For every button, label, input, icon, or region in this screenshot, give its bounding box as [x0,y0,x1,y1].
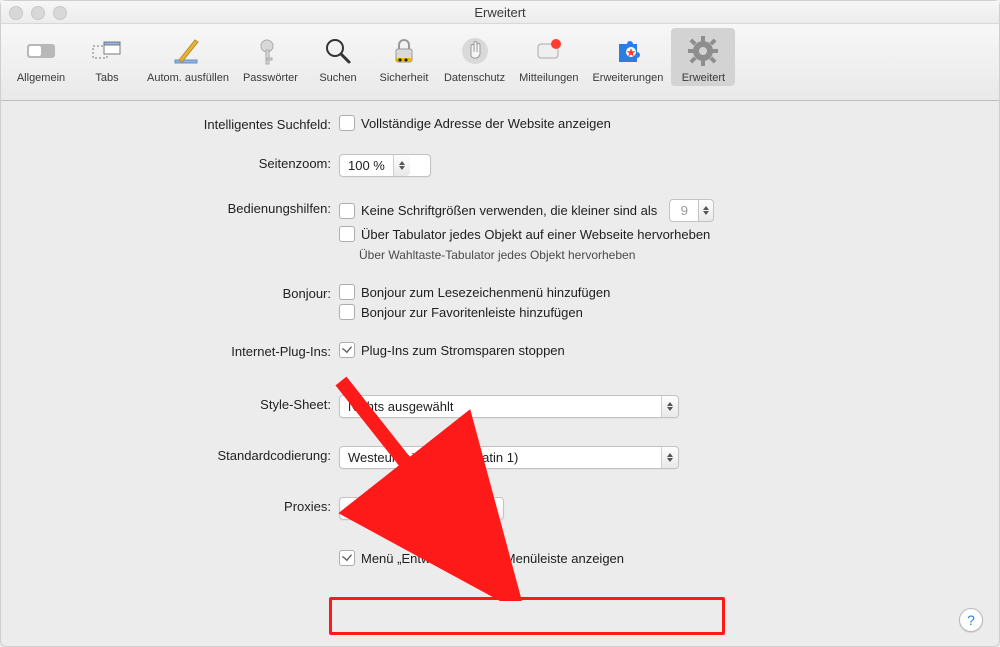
tab-label: Erweiterungen [592,72,663,84]
checkbox-label: Bonjour zur Favoritenleiste hinzufügen [361,305,583,320]
tabs-icon [90,32,124,70]
tab-label: Erweitert [682,72,725,84]
bonjour-favorites-checkbox[interactable]: Bonjour zur Favoritenleiste hinzufügen [339,304,583,320]
checkbox-label: Plug-Ins zum Stromsparen stoppen [361,343,565,358]
stepper-arrows-icon [661,396,678,417]
tab-label: Tabs [95,72,118,84]
advanced-pane: Intelligentes Suchfeld: Vollständige Adr… [1,101,999,576]
tab-label: Allgemein [17,72,65,84]
show-full-url-checkbox[interactable]: Vollständige Adresse der Website anzeige… [339,115,611,131]
checkbox-label: Keine Schriftgrößen verwenden, die klein… [361,203,657,218]
button-label: Einstellungen ändern … [352,501,491,516]
checkbox-label: Menü „Entwickler“ in der Menüleiste anze… [361,551,624,566]
pencil-icon [171,32,205,70]
checkbox-icon [339,115,355,131]
tab-general[interactable]: Allgemein [9,28,73,86]
show-develop-menu-checkbox[interactable]: Menü „Entwickler“ in der Menüleiste anze… [339,550,624,566]
checkbox-icon [339,550,355,566]
window-title: Erweitert [474,5,525,20]
titlebar: Erweitert [1,1,999,24]
tab-label: Suchen [319,72,356,84]
plugins-label: Internet-Plug-Ins: [21,342,331,359]
preferences-window: Erweitert Allgemein Tabs Autom. ausfülle… [0,0,1000,647]
tab-highlight-checkbox[interactable]: Über Tabulator jedes Objekt auf einer We… [339,226,710,242]
checkbox-icon [339,284,355,300]
window-controls [9,6,67,20]
stepper-arrows-icon [661,447,678,468]
min-font-size-stepper[interactable] [669,199,714,222]
tab-privacy[interactable]: Datenschutz [438,28,511,86]
page-zoom-value: 100 % [340,158,393,173]
tab-notifications[interactable]: Mitteilungen [513,28,584,86]
bonjour-label: Bonjour: [21,284,331,301]
hand-icon [458,32,492,70]
key-icon [253,32,287,70]
proxies-label: Proxies: [21,497,331,514]
page-zoom-popup[interactable]: 100 % [339,154,431,177]
tab-autofill[interactable]: Autom. ausfüllen [141,28,235,86]
page-zoom-label: Seitenzoom: [21,154,331,171]
gear-icon [686,32,720,70]
help-button[interactable]: ? [959,608,983,632]
tab-tabs[interactable]: Tabs [75,28,139,86]
switch-icon [24,32,58,70]
plugin-power-save-checkbox[interactable]: Plug-Ins zum Stromsparen stoppen [339,342,565,358]
notification-icon [532,32,566,70]
checkbox-label: Bonjour zum Lesezeichenmenü hinzufügen [361,285,610,300]
tab-passwords[interactable]: Passwörter [237,28,304,86]
puzzle-icon [611,32,645,70]
annotation-highlight [329,597,725,635]
tab-advanced[interactable]: Erweitert [671,28,735,86]
tab-label: Datenschutz [444,72,505,84]
min-font-size-field[interactable] [669,199,699,222]
tab-label: Sicherheit [380,72,429,84]
help-icon: ? [967,612,975,628]
stepper-arrows-icon [699,199,714,222]
tab-security[interactable]: Sicherheit [372,28,436,86]
magnifier-icon [321,32,355,70]
tab-search[interactable]: Suchen [306,28,370,86]
encoding-value: Westeuropäisch (ISO Latin 1) [340,450,661,465]
min-font-size-checkbox[interactable]: Keine Schriftgrößen verwenden, die klein… [339,203,657,219]
change-proxy-settings-button[interactable]: Einstellungen ändern … [339,497,504,520]
tab-extensions[interactable]: Erweiterungen [586,28,669,86]
checkbox-icon [339,342,355,358]
encoding-popup[interactable]: Westeuropäisch (ISO Latin 1) [339,446,679,469]
checkbox-icon [339,304,355,320]
zoom-window-button[interactable] [53,6,67,20]
checkbox-label: Vollständige Adresse der Website anzeige… [361,116,611,131]
lock-icon [387,32,421,70]
checkbox-icon [339,203,355,219]
checkbox-icon [339,226,355,242]
tab-label: Autom. ausfüllen [147,72,229,84]
encoding-label: Standardcodierung: [21,446,331,463]
stylesheet-label: Style-Sheet: [21,395,331,412]
checkbox-label: Über Tabulator jedes Objekt auf einer We… [361,227,710,242]
smart-search-label: Intelligentes Suchfeld: [21,115,331,132]
stylesheet-value: Nichts ausgewählt [340,399,661,414]
minimize-window-button[interactable] [31,6,45,20]
accessibility-label: Bedienungshilfen: [21,199,331,216]
tab-label: Mitteilungen [519,72,578,84]
stylesheet-popup[interactable]: Nichts ausgewählt [339,395,679,418]
preferences-toolbar: Allgemein Tabs Autom. ausfüllen Passwört… [1,24,999,101]
stepper-arrows-icon [393,155,410,176]
accessibility-hint: Über Wahltaste-Tabulator jedes Objekt he… [339,248,635,262]
tab-label: Passwörter [243,72,298,84]
bonjour-bookmarks-checkbox[interactable]: Bonjour zum Lesezeichenmenü hinzufügen [339,284,610,300]
close-window-button[interactable] [9,6,23,20]
